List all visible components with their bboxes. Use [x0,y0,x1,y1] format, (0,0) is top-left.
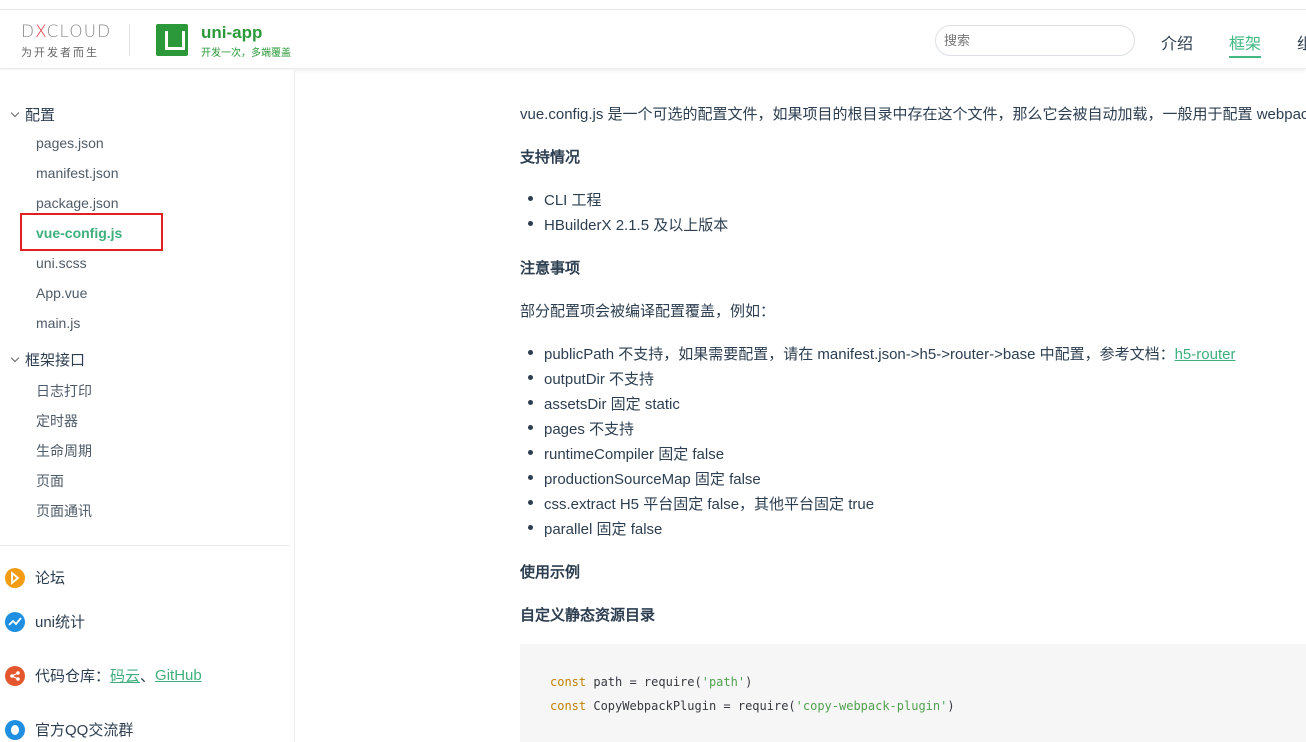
sidebar-item-uni-scss[interactable]: uni.scss [36,255,87,271]
stats-label: uni统计 [35,614,86,631]
stats-chart-icon [5,611,25,632]
chevron-down-icon [10,353,20,363]
git-icon [5,665,25,686]
notes-intro: 部分配置项会被编译配置覆盖，例如： [520,303,776,320]
repo-separator: 、 [140,668,156,685]
code-block[interactable]: const path = require('path') const CopyW… [520,644,1306,742]
forum-label: 论坛 [35,570,66,587]
sidebar-link-qq[interactable]: 官方QQ交流群 [5,719,133,740]
list-item: parallel 固定 false [527,518,662,539]
nav-intro[interactable]: 介绍 [1161,30,1193,54]
sidebar-group-label: 配置 [25,107,56,124]
sidebar-link-stats[interactable]: uni统计 [5,611,85,632]
sidebar-item-main-js[interactable]: main.js [36,315,80,331]
qq-label: 官方QQ交流群 [35,722,134,739]
sidebar-item-manifest-json[interactable]: manifest.json [36,165,118,181]
dcloud-logo-text: DXCLOUD [21,22,112,42]
usage-heading: 使用示例 [520,564,581,581]
code-line: const CopyWebpackPlugin = require('copy-… [550,699,955,713]
sidebar-item-app-vue[interactable]: App.vue [36,285,87,301]
dcloud-tagline: 为开发者而生 [21,47,99,59]
nav-framework[interactable]: 框架 [1229,30,1262,58]
list-item: outputDir 不支持 [527,368,654,389]
sidebar-item-timer[interactable]: 定时器 [36,411,78,431]
forum-icon [5,567,25,588]
sidebar-item-log[interactable]: 日志打印 [36,381,92,401]
sidebar-item-pages-json[interactable]: pages.json [36,135,104,151]
code-line: const path = require('path') [550,675,753,689]
sidebar-item-lifecycle[interactable]: 生命周期 [36,441,92,461]
list-item: publicPath 不支持，如果需要配置，请在 manifest.json->… [527,343,1236,364]
sidebar-link-forum[interactable]: 论坛 [5,567,65,588]
list-item: CLI 工程 [528,189,602,210]
list-item: pages 不支持 [527,418,634,439]
header-divider [129,24,130,56]
list-item: assetsDir 固定 static [528,393,680,414]
sidebar-item-page[interactable]: 页面 [36,471,64,491]
search-input[interactable] [935,25,1135,56]
list-item: productionSourceMap 固定 false [528,468,761,489]
repo-gitee-link[interactable]: 码云 [110,665,140,686]
list-item-text: publicPath 不支持，如果需要配置，请在 manifest.json->… [544,346,1175,363]
sidebar-divider [0,545,290,546]
highlight-annotation-box [20,213,163,251]
sidebar-group-api[interactable]: 框架接口 [10,349,86,370]
h5-router-link[interactable]: h5-router [1175,346,1236,363]
list-item: runtimeCompiler 固定 false [527,443,724,464]
chevron-down-icon [10,108,20,118]
qq-icon [5,719,25,740]
list-item: css.extract H5 平台固定 false，其他平台固定 true [527,493,874,514]
repo-github-link[interactable]: GitHub [155,667,202,684]
sidebar-item-page-communication[interactable]: 页面通讯 [36,501,92,521]
intro-paragraph: vue.config.js 是一个可选的配置文件，如果项目的根目录中存在这个文件… [520,106,1306,123]
uni-app-logo-icon[interactable] [156,24,188,56]
nav-components[interactable]: 组 [1297,30,1306,54]
dcloud-logo[interactable]: DXCLOUD 为开发者而生 [21,22,116,60]
static-dir-heading: 自定义静态资源目录 [520,607,656,624]
support-heading: 支持情况 [520,149,581,166]
sidebar-group-config[interactable]: 配置 [10,104,56,125]
sidebar-link-repo: 代码仓库： 码云 、 GitHub [5,665,202,686]
product-tagline: 开发一次，多端覆盖 [201,48,291,59]
product-name[interactable]: uni-app [201,23,262,43]
sidebar: 配置 pages.json manifest.json package.json… [0,70,295,742]
repo-label: 代码仓库： [35,668,111,685]
notes-heading: 注意事项 [520,260,581,277]
sidebar-item-package-json[interactable]: package.json [36,195,119,211]
sidebar-group-label: 框架接口 [25,352,86,369]
top-header: DXCLOUD 为开发者而生 uni-app 开发一次，多端覆盖 介绍 框架 组 [0,9,1306,69]
list-item: HBuilderX 2.1.5 及以上版本 [527,214,728,235]
